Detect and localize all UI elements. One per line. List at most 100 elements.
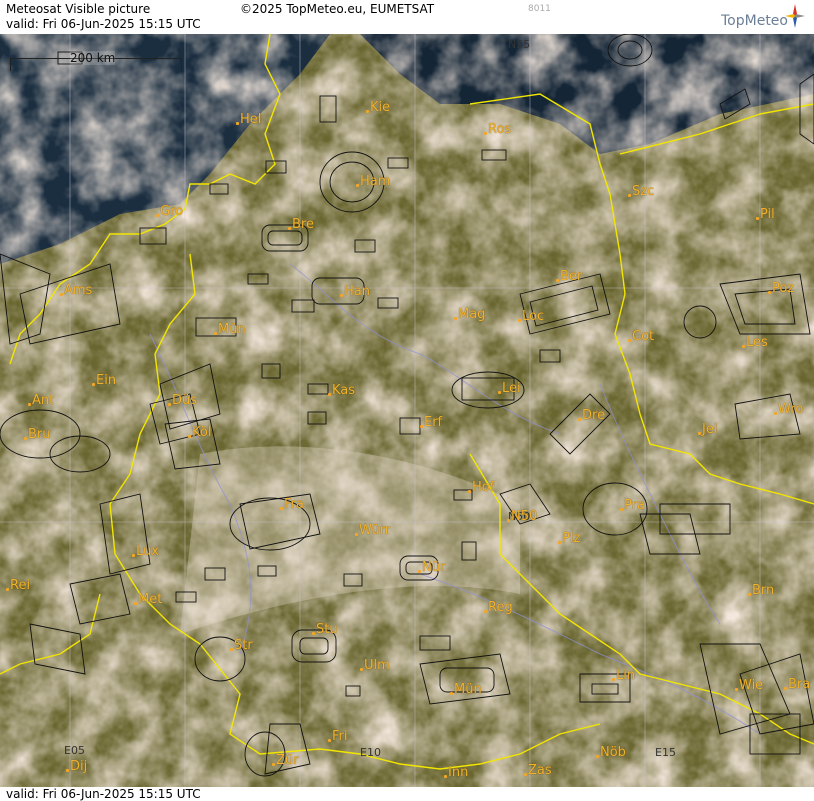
city-label: Mag — [458, 307, 486, 322]
map-canvas — [0, 34, 814, 787]
city-label: Nür — [422, 560, 446, 575]
city-label: Nöb — [600, 745, 626, 760]
city-label: Plz — [562, 531, 581, 546]
city-label: Düs — [172, 393, 198, 408]
city-dot — [236, 122, 239, 125]
grid-label-e15: E15 — [655, 746, 676, 759]
city-dot — [92, 383, 95, 386]
city-dot — [498, 391, 501, 394]
city-dot — [742, 345, 745, 348]
city-dot — [735, 688, 738, 691]
city-label: Inn — [448, 765, 469, 780]
scale-label: 200 km — [70, 51, 116, 65]
city-label: Wie — [739, 678, 764, 693]
city-label: Kas — [332, 383, 356, 398]
city-dot — [454, 317, 457, 320]
city-dot — [288, 227, 291, 230]
city-dot — [628, 194, 631, 197]
city-dot — [484, 610, 487, 613]
city-dot — [484, 132, 487, 135]
copyright: ©2025 TopMeteo.eu, EUMETSAT — [240, 2, 435, 16]
city-dot — [328, 739, 331, 742]
header: Meteosat Visible picture valid: Fri 06-J… — [0, 0, 814, 34]
city-dot — [748, 593, 751, 596]
city-dot — [6, 588, 9, 591]
city-label: Ulm — [364, 658, 390, 673]
city-dot — [356, 184, 359, 187]
city-dot — [620, 508, 623, 511]
city-label: Wro — [778, 402, 804, 417]
city-dot — [188, 435, 191, 438]
city-label: Ant — [32, 393, 55, 408]
city-label: Ams — [64, 283, 93, 298]
city-label: N50 — [511, 509, 538, 524]
city-label: Pra — [624, 498, 645, 513]
city-dot — [628, 339, 631, 342]
city-label: Lin — [616, 668, 636, 683]
city-label: Köl — [192, 425, 212, 440]
city-dot — [60, 293, 63, 296]
city-label: Loc — [522, 309, 545, 324]
city-dot — [230, 648, 233, 651]
city-label: Ros — [488, 122, 512, 137]
city-dot — [312, 632, 315, 635]
city-label: Lei — [502, 381, 521, 396]
city-dot — [418, 570, 421, 573]
city-dot — [280, 507, 283, 510]
city-dot — [468, 490, 471, 493]
city-dot — [698, 432, 701, 435]
city-dot — [420, 425, 423, 428]
city-label: Stu — [316, 622, 338, 637]
city-dot — [578, 418, 581, 421]
city-label: Dij — [70, 759, 88, 774]
compass-icon — [785, 4, 805, 28]
city-label: Rei — [10, 578, 31, 593]
city-label: Han — [344, 284, 370, 299]
city-dot — [444, 775, 447, 778]
city-label: Mün — [218, 322, 246, 337]
city-dot — [156, 214, 159, 217]
city-label: Zür — [276, 753, 299, 768]
city-dot — [355, 533, 358, 536]
city-label: Gro — [160, 204, 184, 219]
logo[interactable]: TopMeteo — [721, 13, 788, 29]
map-title: Meteosat Visible picture — [6, 2, 151, 16]
city-label: Würr — [359, 523, 391, 538]
city-label: Kie — [370, 100, 391, 115]
city-dot — [768, 291, 771, 294]
city-dot — [340, 294, 343, 297]
city-dot — [272, 763, 275, 766]
city-dot — [66, 769, 69, 772]
city-label: Lux — [136, 544, 159, 559]
city-dot — [784, 687, 787, 690]
footer: valid: Fri 06-Jun-2025 15:15 UTC — [0, 787, 814, 801]
city-label: Dre — [582, 408, 606, 423]
city-dot — [507, 519, 510, 522]
footer-valid-time: valid: Fri 06-Jun-2025 15:15 UTC — [6, 787, 201, 801]
city-label: Str — [234, 638, 253, 653]
grid-label-e10: E10 — [360, 746, 381, 759]
city-label: Szc — [632, 184, 655, 199]
city-label: Mün — [454, 682, 482, 697]
grid-label-n55: N55 — [508, 38, 531, 51]
city-label: Bru — [28, 427, 51, 442]
satellite-map[interactable]: 200 km N55 N50 E05 E10 E15 Hel Kie Ros Ham S… — [0, 34, 814, 787]
city-dot — [214, 332, 217, 335]
city-dot — [134, 602, 137, 605]
city-dot — [556, 279, 559, 282]
city-label: Zas — [528, 763, 552, 778]
city-label: Pil — [760, 207, 775, 222]
valid-time: valid: Fri 06-Jun-2025 15:15 UTC — [6, 17, 201, 31]
city-label: Les — [746, 335, 768, 350]
city-dot — [360, 668, 363, 671]
city-label: Reg — [488, 600, 513, 615]
city-dot — [774, 412, 777, 415]
city-dot — [612, 678, 615, 681]
city-dot — [596, 755, 599, 758]
city-label: Met — [138, 592, 163, 607]
city-dot — [28, 403, 31, 406]
city-label: Hof — [472, 480, 495, 495]
city-label: Hel — [240, 112, 262, 127]
city-dot — [756, 217, 759, 220]
grid-label-e05: E05 — [64, 744, 85, 757]
